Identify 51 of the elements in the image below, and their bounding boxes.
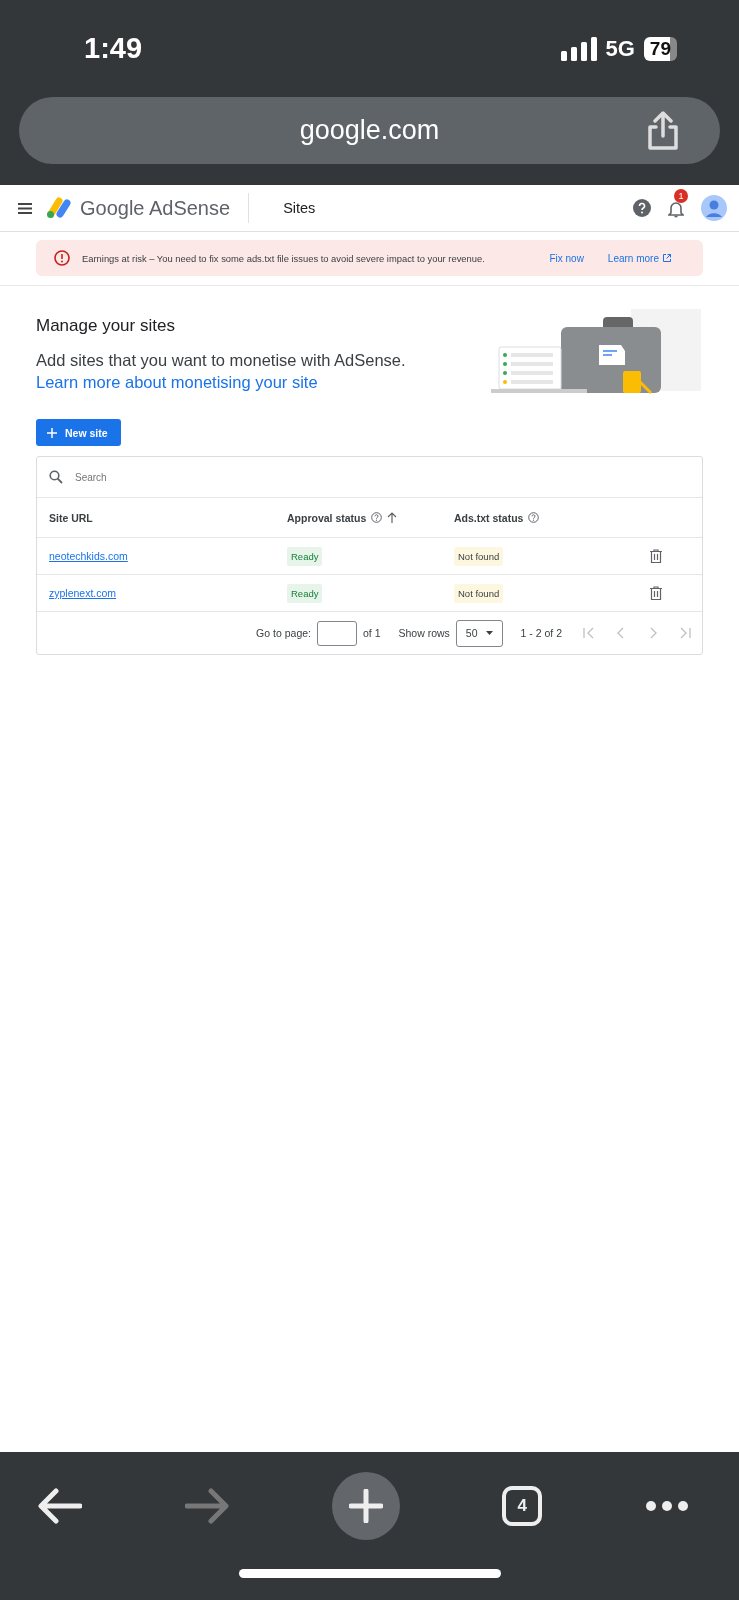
new-site-button[interactable]: New site [36,419,121,446]
error-icon [54,250,70,266]
approval-status: Ready [287,583,323,603]
plus-icon [348,1489,383,1523]
rows-per-page-dropdown[interactable]: 50 [455,619,503,647]
ads-txt-status: Not found [454,583,504,603]
share-icon[interactable] [646,111,680,151]
page-range: 1 - 2 of 2 [520,627,562,639]
menu-icon[interactable] [18,202,32,214]
url-text: google.com [299,115,440,146]
avatar-icon[interactable] [701,195,727,221]
notification-badge: 1 [674,189,688,203]
section-description: Add sites that you want to monetise with AdSense. Learn more about monetising your site [36,350,407,393]
show-rows-label: Show rows [398,627,450,639]
help-icon[interactable] [528,512,540,523]
go-to-page-label: Go to page: [256,627,311,639]
page-count: of 1 [363,627,381,639]
approval-status: Ready [287,546,323,566]
column-header[interactable]: Ads.txt status [454,511,650,524]
delete-icon[interactable] [650,549,662,563]
site-url-link[interactable]: neotechkids.com [49,550,287,562]
alert-message: Earnings at risk – You need to fix some ads.txt file issues to avoid severe impact to your revenue. [82,252,485,264]
tab-count-button[interactable]: 4 [502,1486,543,1526]
ads-txt-status: Not found [454,546,504,566]
learn-more-link[interactable]: Learn more about monetising your site [36,373,318,391]
signal-icon [560,36,597,61]
page-title: Sites [283,200,316,216]
external-link-icon [663,254,671,262]
battery-indicator: 79 [643,36,677,61]
address-bar[interactable]: google.com [19,97,720,164]
section-title: Manage your sites [36,316,176,336]
search-icon [49,470,63,484]
clock-time: 1:49 [84,32,144,65]
dropdown-caret-icon [485,631,493,635]
adsense-logo [46,197,72,219]
network-label: 5G [605,35,635,62]
more-icon[interactable] [645,1500,689,1512]
help-icon[interactable] [633,199,651,217]
page-number-field[interactable] [317,620,357,646]
column-header[interactable]: Site URL [49,511,287,524]
fix-now-link[interactable]: Fix now [549,252,584,264]
back-icon[interactable] [38,1488,82,1524]
product-name: Google AdSense [80,196,231,220]
bell-icon[interactable] [668,200,684,218]
delete-icon[interactable] [650,586,662,600]
column-header[interactable]: Approval status [287,511,454,524]
plus-icon [47,427,57,438]
learn-more-link[interactable]: Learn more [607,252,671,264]
site-url-link[interactable]: zyplenext.com [49,587,287,599]
help-icon[interactable] [371,512,383,523]
sort-arrow-icon[interactable] [387,512,398,523]
